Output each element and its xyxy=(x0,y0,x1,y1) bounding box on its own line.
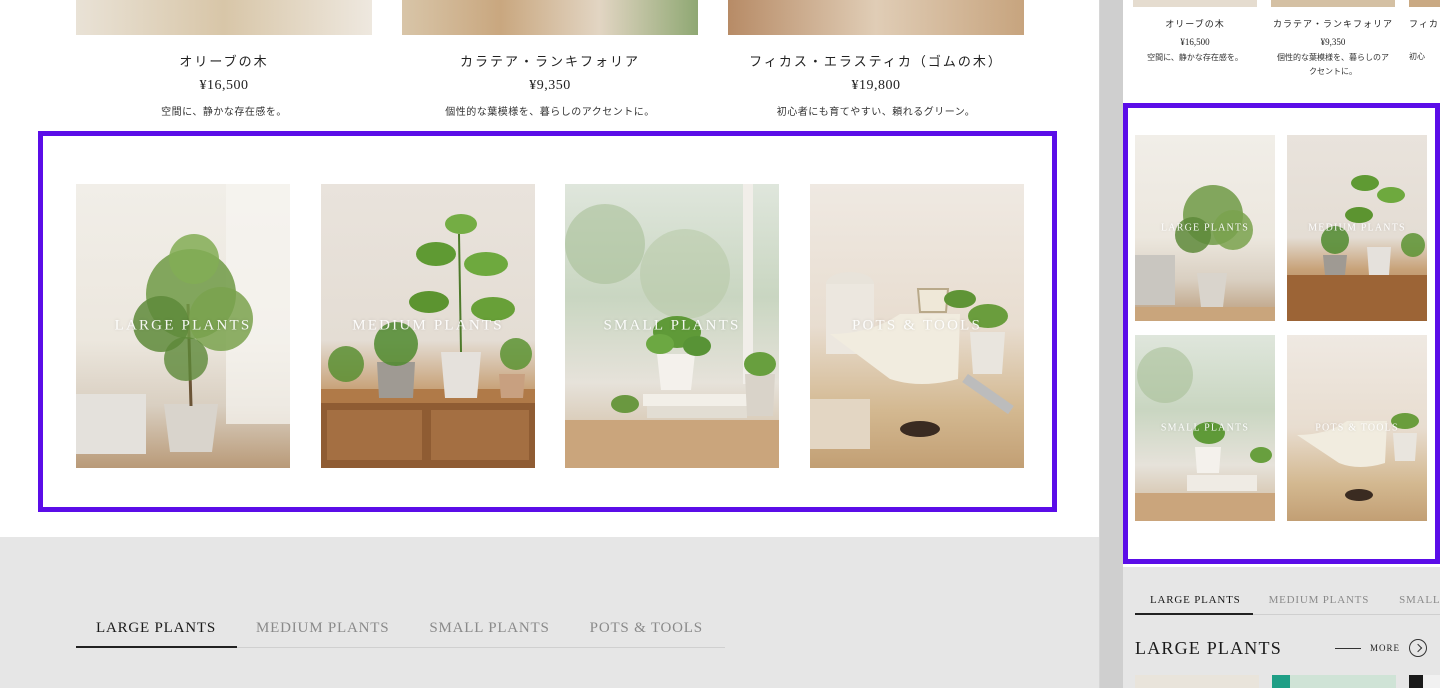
category-label[interactable]: SMALL PLANTS xyxy=(565,318,779,335)
product-image[interactable] xyxy=(1133,0,1257,7)
product-description: 空間に、静かな存在感を。 xyxy=(161,107,287,118)
tab-section-background xyxy=(1123,567,1440,688)
product-image[interactable] xyxy=(402,0,698,35)
category-card-pots-tools[interactable]: POTS & TOOLS xyxy=(1287,335,1427,521)
product-name[interactable]: フィカ xyxy=(1409,16,1440,33)
product-description: 初心 xyxy=(1409,52,1425,61)
chevron-right-circle-icon[interactable] xyxy=(1409,639,1428,657)
product-image[interactable] xyxy=(728,0,1024,35)
ribbon-badge xyxy=(1272,675,1290,688)
category-label[interactable]: MEDIUM PLANTS xyxy=(1287,223,1427,234)
product-image[interactable] xyxy=(1271,0,1395,7)
product-name[interactable]: オリーブの木 xyxy=(76,51,372,69)
product-thumbnail[interactable] xyxy=(1409,675,1440,688)
product-name[interactable]: カラテア・ランキフォリア xyxy=(1271,16,1395,33)
category-card-pots-tools[interactable]: POTS & TOOLS xyxy=(810,184,1024,468)
category-card-large-plants[interactable]: LARGE PLANTS xyxy=(76,184,290,468)
product-description: 個性的な葉模様を、暮らしのアクセントに。 xyxy=(1277,53,1389,76)
product-price: ¥16,500 xyxy=(1180,37,1210,47)
product-description: 個性的な葉模様を、暮らしのアクセントに。 xyxy=(445,107,655,118)
product-name[interactable]: フィカス・エラスティカ（ゴムの木） xyxy=(728,51,1024,69)
category-card-small-plants[interactable]: SMALL PLANTS xyxy=(565,184,779,468)
category-label[interactable]: SMALL PLANTS xyxy=(1135,423,1275,434)
category-card-medium-plants[interactable]: MEDIUM PLANTS xyxy=(1287,135,1427,321)
product-name[interactable]: オリーブの木 xyxy=(1133,16,1257,33)
product-image[interactable] xyxy=(1409,0,1440,7)
category-card-large-plants[interactable]: LARGE PLANTS xyxy=(1135,135,1275,321)
tab-medium-plants[interactable]: MEDIUM PLANTS xyxy=(1269,594,1370,606)
tab-large-plants[interactable]: LARGE PLANTS xyxy=(96,620,216,637)
category-label[interactable]: POTS & TOOLS xyxy=(810,318,1024,335)
product-description: 初心者にも育てやすい、頼れるグリーン。 xyxy=(776,107,976,118)
more-label[interactable]: MORE xyxy=(1370,643,1400,653)
product-card[interactable]: フィカス・エラスティカ（ゴムの木） ¥19,800 初心者にも育てやすい、頼れる… xyxy=(728,0,1024,118)
tab-large-plants[interactable]: LARGE PLANTS xyxy=(1150,594,1241,606)
product-image[interactable] xyxy=(76,0,372,35)
product-card[interactable]: オリーブの木 ¥16,500 空間に、静かな存在感を。 xyxy=(1133,0,1257,65)
product-card[interactable]: オリーブの木 ¥16,500 空間に、静かな存在感を。 xyxy=(76,0,372,118)
more-line xyxy=(1335,647,1361,649)
product-price: ¥9,350 xyxy=(529,78,571,93)
product-card[interactable]: カラテア・ランキフォリア ¥9,350 個性的な葉模様を、暮らしのアクセントに。 xyxy=(1271,0,1395,79)
tab-section-background xyxy=(0,537,1099,688)
category-card-medium-plants[interactable]: MEDIUM PLANTS xyxy=(321,184,535,468)
product-price: ¥16,500 xyxy=(199,78,249,93)
ribbon-badge xyxy=(1409,675,1423,688)
category-tabs: LARGE PLANTS MEDIUM PLANTS SMALL PLANTS … xyxy=(96,620,703,637)
product-card[interactable]: カラテア・ランキフォリア ¥9,350 個性的な葉模様を、暮らしのアクセントに。 xyxy=(402,0,698,118)
category-label[interactable]: LARGE PLANTS xyxy=(76,318,290,335)
section-title: LARGE PLANTS xyxy=(1135,638,1282,658)
mobile-view: オリーブの木 ¥16,500 空間に、静かな存在感を。 カラテア・ランキフォリア… xyxy=(1123,0,1440,688)
category-label[interactable]: MEDIUM PLANTS xyxy=(321,318,535,335)
tab-active-underline xyxy=(76,646,237,648)
product-price: ¥19,800 xyxy=(851,78,901,93)
desktop-view: オリーブの木 ¥16,500 空間に、静かな存在感を。 カラテア・ランキフォリア… xyxy=(0,0,1100,688)
product-name[interactable]: カラテア・ランキフォリア xyxy=(402,51,698,69)
product-card[interactable]: フィカ 初心 xyxy=(1409,0,1440,64)
tab-small-plants[interactable]: SMALL xyxy=(1399,594,1440,606)
category-label[interactable]: LARGE PLANTS xyxy=(1135,223,1275,234)
category-label[interactable]: POTS & TOOLS xyxy=(1287,423,1427,434)
product-price: ¥9,350 xyxy=(1320,37,1346,47)
tab-small-plants[interactable]: SMALL PLANTS xyxy=(429,620,549,637)
tab-active-underline xyxy=(1135,613,1253,615)
tab-pots-tools[interactable]: POTS & TOOLS xyxy=(590,620,703,637)
more-link[interactable]: MORE xyxy=(1335,639,1428,657)
category-card-small-plants[interactable]: SMALL PLANTS xyxy=(1135,335,1275,521)
product-thumbnail[interactable] xyxy=(1135,675,1259,688)
tab-medium-plants[interactable]: MEDIUM PLANTS xyxy=(256,620,389,637)
category-tabs: LARGE PLANTS MEDIUM PLANTS SMALL xyxy=(1150,594,1440,606)
product-description: 空間に、静かな存在感を。 xyxy=(1147,53,1243,62)
product-thumbnail[interactable] xyxy=(1272,675,1396,688)
